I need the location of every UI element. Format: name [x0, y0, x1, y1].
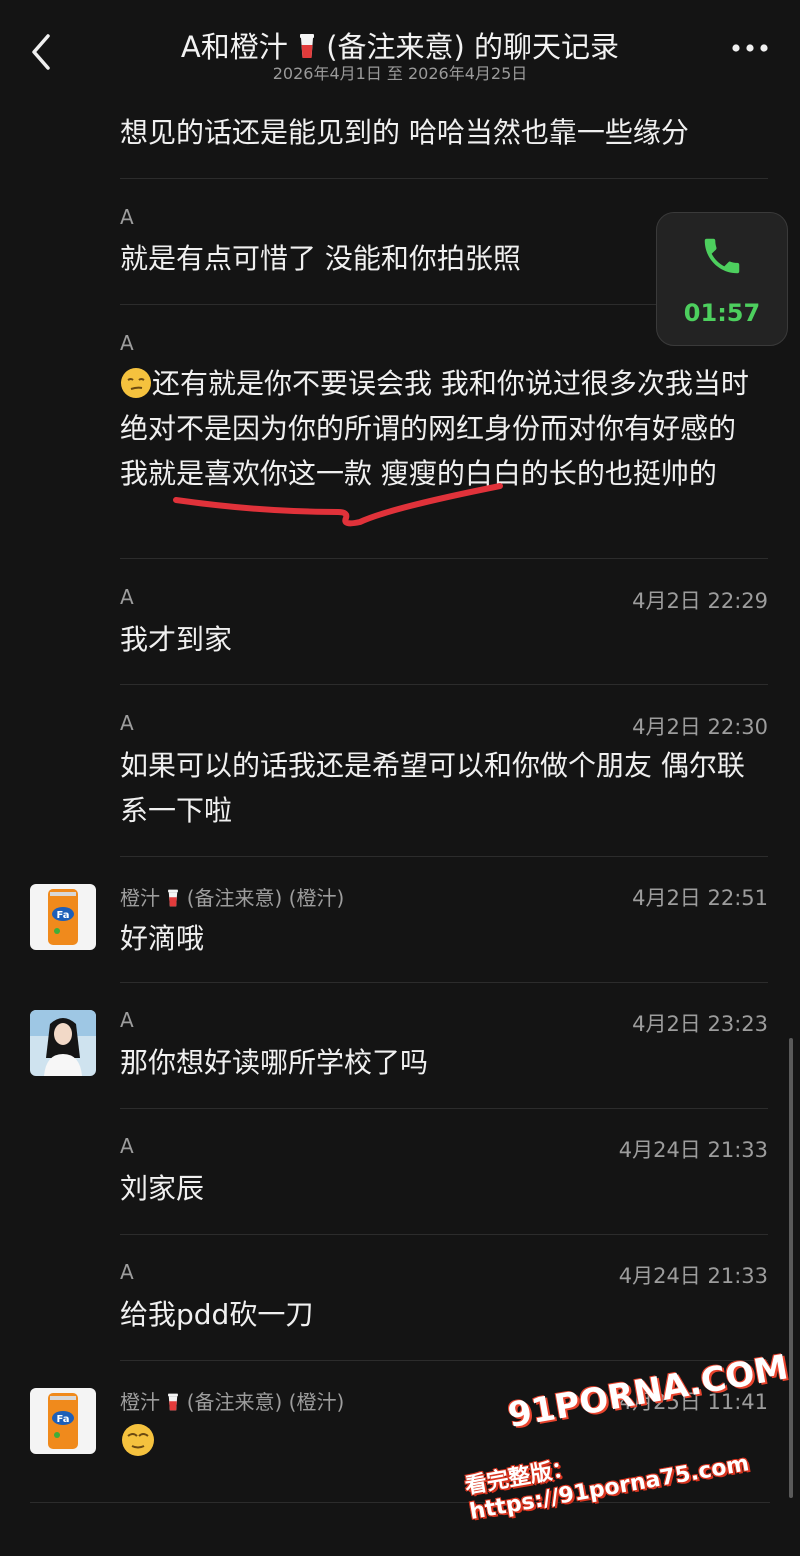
message-separator — [120, 1234, 768, 1235]
scrollbar[interactable] — [789, 1038, 793, 1498]
sender-name: A — [120, 711, 134, 735]
smirk-emoji-icon — [121, 368, 151, 398]
message-time: 4月2日 23:23 — [632, 1012, 768, 1036]
message-text: 想见的话还是能见到的 哈哈当然也靠一些缘分 — [120, 116, 689, 149]
sender-name: A — [120, 331, 134, 355]
message-separator — [120, 178, 768, 179]
message-separator — [120, 982, 768, 983]
message-text: 好滴哦 — [120, 922, 205, 955]
message-time: 4月2日 22:30 — [632, 715, 768, 739]
drink-cup-icon — [299, 34, 314, 58]
fanta-can-avatar[interactable]: Fa — [30, 884, 96, 950]
sender-name: A — [120, 1260, 134, 1284]
sender-name: 橙汁 (备注来意) (橙汁) — [120, 1390, 345, 1414]
message-text: 给我pdd砍一刀 — [120, 1298, 314, 1331]
message-time: 4月24日 21:33 — [618, 1138, 768, 1162]
message-time: 4月2日 22:29 — [632, 589, 768, 613]
sender-name: A — [120, 1134, 134, 1158]
chat-history-header: A和橙汁 (备注来意) 的聊天记录 2026年4月1日 至 2026年4月25日 — [0, 0, 800, 92]
more-options-icon[interactable] — [730, 42, 770, 54]
message-separator — [120, 684, 768, 685]
message-separator — [120, 1108, 768, 1109]
sender-name: A — [120, 585, 134, 609]
message-separator — [30, 1502, 770, 1503]
sender-name: A — [120, 205, 134, 229]
girl-photo-avatar[interactable] — [30, 1010, 96, 1076]
message-text: 我才到家 — [120, 623, 233, 656]
message-time: 4月24日 21:33 — [618, 1264, 768, 1288]
date-range: 2026年4月1日 至 2026年4月25日 — [272, 64, 528, 83]
message-text: 刘家辰 — [120, 1172, 205, 1205]
message-time: 4月2日 22:51 — [632, 886, 768, 910]
back-arrow-icon[interactable] — [28, 32, 54, 72]
sender-name: 橙汁 (备注来意) (橙汁) — [120, 886, 345, 910]
message-separator — [120, 1360, 768, 1361]
message-text: 还有就是你不要误会我 我和你说过很多次我当时绝对不是因为你的所谓的网红身份而对你… — [120, 367, 749, 490]
message-text: 那你想好读哪所学校了吗 — [120, 1046, 429, 1079]
call-floating-widget[interactable]: 01:57 — [656, 212, 788, 346]
red-handwritten-underline — [173, 483, 503, 527]
message-separator — [120, 558, 768, 559]
drink-cup-icon — [168, 1393, 179, 1411]
drink-cup-icon — [168, 889, 179, 907]
message-separator — [120, 856, 768, 857]
sender-name: A — [120, 1008, 134, 1032]
message-text-block: 还有就是你不要误会我 我和你说过很多次我当时绝对不是因为你的所谓的网红身份而对你… — [120, 361, 770, 496]
call-duration: 01:57 — [683, 299, 761, 327]
cool-face-emoji-icon — [122, 1424, 154, 1456]
svg-text:Fa: Fa — [57, 1414, 70, 1425]
svg-text:Fa: Fa — [57, 910, 70, 921]
message-text: 如果可以的话我还是希望可以和你做个朋友 偶尔联系一下啦 — [120, 749, 745, 827]
fanta-can-avatar[interactable]: Fa — [30, 1388, 96, 1454]
phone-icon — [704, 238, 740, 274]
